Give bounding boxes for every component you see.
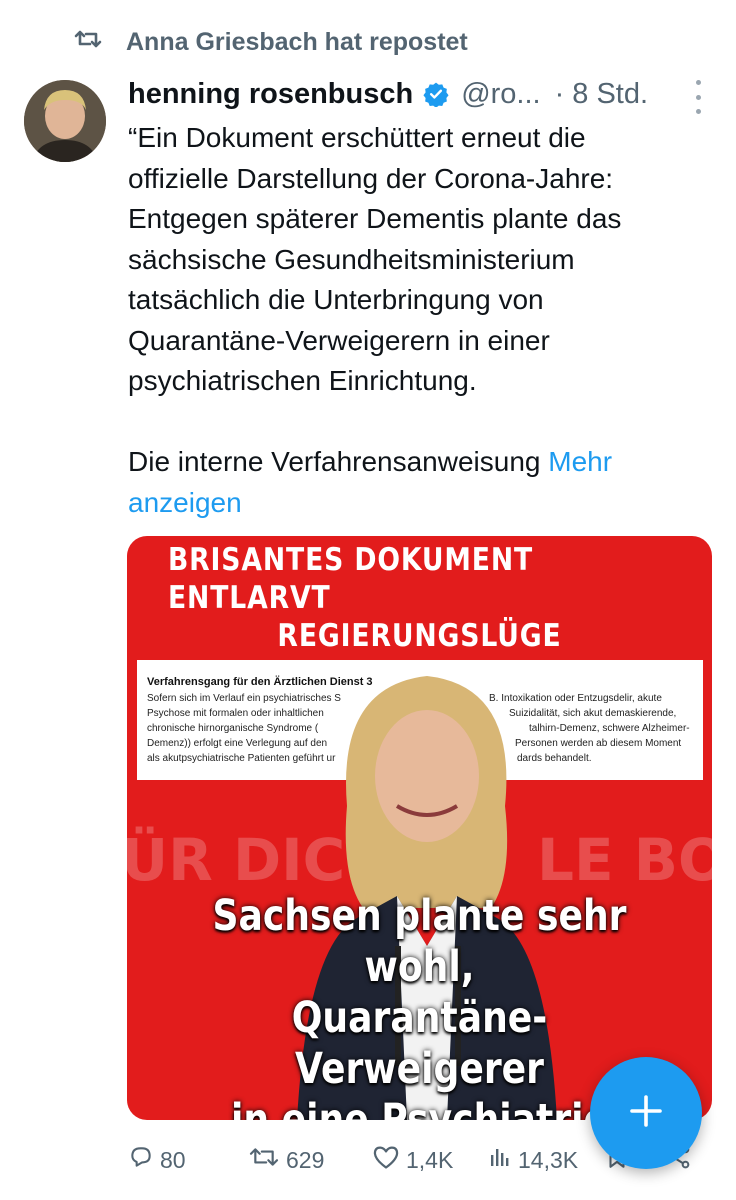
caption-line: Quarantäne-Verweigerer <box>291 993 548 1094</box>
caption-line: Sachsen plante sehr wohl, <box>212 891 627 992</box>
compose-post-button[interactable] <box>590 1057 702 1169</box>
repost-button[interactable]: 629 <box>248 1144 324 1176</box>
reply-button[interactable]: 80 <box>128 1144 186 1176</box>
tweet-timestamp[interactable]: 8 Std. <box>572 78 648 111</box>
author-avatar[interactable] <box>24 80 106 162</box>
repost-icon <box>248 1144 280 1176</box>
separator-dot: · <box>554 77 565 110</box>
more-options-icon[interactable] <box>688 80 708 114</box>
author-handle[interactable]: @ro... <box>461 78 540 111</box>
repost-context[interactable]: Anna Griesbach hat repostet <box>74 26 468 58</box>
verified-badge-icon[interactable] <box>423 81 449 107</box>
like-button[interactable]: 1,4K <box>372 1144 453 1176</box>
like-count: 1,4K <box>406 1146 454 1173</box>
reply-icon <box>128 1144 154 1176</box>
views-icon <box>488 1145 512 1175</box>
tweet-media-image[interactable]: BRISANTES DOKUMENT ENTLARVT REGIERUNGSLÜ… <box>127 536 712 1120</box>
tweet-text: “Ein Dokument erschüttert erneut die off… <box>128 118 718 523</box>
heart-icon <box>372 1144 400 1176</box>
repost-label: Anna Griesbach hat repostet <box>126 27 468 56</box>
media-headline: BRISANTES DOKUMENT ENTLARVT REGIERUNGSLÜ… <box>168 536 671 660</box>
media-headline-line-1: BRISANTES DOKUMENT ENTLARVT <box>167 542 534 616</box>
views-count: 14,3K <box>518 1146 579 1173</box>
tweet-header: henning rosenbusch @ro... · 8 Std. <box>128 74 706 114</box>
views-button[interactable]: 14,3K <box>488 1145 578 1175</box>
plus-icon <box>626 1091 666 1136</box>
author-name[interactable]: henning rosenbusch <box>128 78 413 111</box>
reply-count: 80 <box>160 1146 186 1173</box>
repost-count: 629 <box>286 1146 325 1173</box>
repost-icon <box>74 27 102 58</box>
tweet-body: “Ein Dokument erschüttert erneut die off… <box>128 122 622 477</box>
